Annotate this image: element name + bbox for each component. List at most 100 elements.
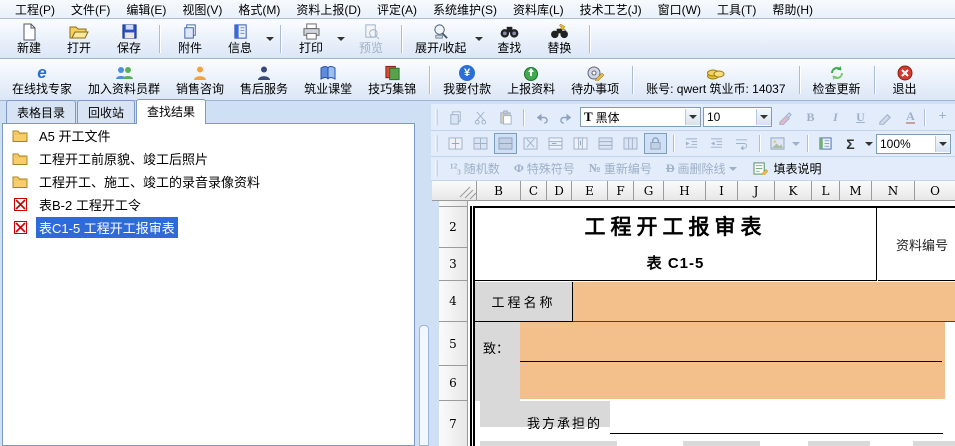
delete-row-button (594, 133, 617, 154)
combo-dropdown[interactable] (935, 136, 950, 152)
after-sales-button[interactable]: 售后服务 (232, 61, 296, 99)
notebook-button[interactable] (814, 133, 837, 154)
sales-consult-button[interactable]: 销售咨询 (168, 61, 232, 99)
tree-item-selected[interactable]: 表C1-5 工程开工报审表 (3, 216, 414, 239)
indent-decrease-button (705, 133, 728, 154)
fill-underline (520, 361, 942, 362)
tree-item[interactable]: 工程开工前原貌、竣工后照片 (3, 147, 414, 170)
expand-collapse-button[interactable]: 展开/收起 (407, 20, 474, 58)
save-button[interactable]: 保存 (104, 20, 154, 58)
column-header[interactable]: E (572, 181, 608, 201)
expand-dropdown[interactable] (474, 22, 484, 56)
redo-button[interactable] (555, 107, 578, 128)
menu-help[interactable]: 帮助(H) (765, 0, 820, 19)
tips-button[interactable]: 技巧集锦 (360, 61, 424, 99)
column-header[interactable]: K (775, 181, 812, 201)
person-orange-icon (190, 64, 210, 82)
column-header[interactable]: C (521, 181, 547, 201)
project-name-input-cell[interactable] (573, 282, 955, 322)
menu-report[interactable]: 资料上报(D) (289, 0, 368, 19)
replace-button[interactable]: 替换 (534, 20, 584, 58)
select-all-corner[interactable] (432, 181, 477, 201)
menu-project[interactable]: 工程(P) (8, 0, 62, 19)
toolbar-grip[interactable] (435, 160, 438, 177)
doc-number-cell[interactable]: 资料编号 (878, 208, 955, 281)
column-header[interactable]: L (812, 181, 840, 201)
chevron-down-icon (689, 115, 697, 119)
menu-library[interactable]: 资料库(L) (506, 0, 571, 19)
sum-dropdown[interactable] (864, 134, 874, 153)
project-name-label-cell[interactable]: 工程名称 (475, 282, 573, 322)
row-header[interactable]: 6 (439, 366, 468, 401)
join-group-button[interactable]: 加入资料员群 (80, 61, 168, 99)
column-header[interactable]: F (608, 181, 634, 201)
panel-splitter[interactable] (415, 101, 431, 446)
font-size-combo[interactable]: 10 (703, 107, 772, 127)
column-header[interactable]: M (840, 181, 872, 201)
print-button[interactable]: 打印 (286, 20, 336, 58)
tree-item[interactable]: 工程开工、施工、竣工的录音录像资料 (3, 170, 414, 193)
column-header[interactable]: O (915, 181, 955, 201)
column-header[interactable]: D (547, 181, 572, 201)
new-button[interactable]: 新建 (4, 20, 54, 58)
classroom-button[interactable]: 筑业课堂 (296, 61, 360, 99)
combo-dropdown[interactable] (756, 109, 771, 125)
sum-button[interactable]: Σ (839, 133, 862, 154)
info-dropdown[interactable] (265, 22, 275, 56)
column-header[interactable]: I (706, 181, 738, 201)
column-header[interactable]: J (738, 181, 775, 201)
tab-search-results[interactable]: 查找结果 (136, 99, 206, 124)
print-dropdown[interactable] (336, 22, 346, 56)
tab-form-catalog[interactable]: 表格目录 (6, 100, 76, 123)
column-header[interactable]: H (664, 181, 706, 201)
find-button[interactable]: 查找 (484, 20, 534, 58)
unmerge-button (519, 133, 542, 154)
font-size-value: 10 (707, 110, 754, 124)
row-header[interactable]: 7 (439, 401, 468, 446)
menu-tools[interactable]: 工具(T) (710, 0, 763, 19)
to-label-cell[interactable]: 致： (475, 322, 520, 401)
combo-dropdown[interactable] (685, 109, 700, 125)
zoom-combo[interactable]: 100% (876, 134, 951, 154)
tab-recycle-bin[interactable]: 回收站 (77, 100, 135, 123)
row-header[interactable]: 3 (439, 248, 468, 281)
upload-data-button[interactable]: 上报资料 (499, 61, 563, 99)
tree-item[interactable]: 表B-2 工程开工令 (3, 193, 414, 216)
toolbar-grip[interactable] (435, 135, 438, 152)
check-update-button[interactable]: 检查更新 (805, 61, 869, 99)
toolbar-grip[interactable] (435, 109, 438, 126)
menu-file[interactable]: 文件(F) (64, 0, 117, 19)
exit-button[interactable]: 退出 (880, 61, 930, 99)
underline-button: U (849, 107, 872, 128)
online-expert-button[interactable]: e 在线找专家 (4, 61, 80, 99)
column-header[interactable]: B (477, 181, 521, 201)
splitter-handle[interactable] (419, 325, 429, 446)
to-input-cell[interactable] (520, 322, 945, 399)
row-header[interactable]: 4 (439, 281, 468, 322)
upload-globe-icon (521, 64, 541, 82)
open-button[interactable]: 打开 (54, 20, 104, 58)
increase-button: + (931, 107, 954, 128)
tree-item[interactable]: A5 开工文件 (3, 124, 414, 147)
column-header[interactable]: G (634, 181, 664, 201)
title-cell[interactable]: 工程开工报审表 表 C1-5 (475, 208, 877, 281)
pay-button[interactable]: ¥ 我要付款 (435, 61, 499, 99)
menu-view[interactable]: 视图(V) (175, 0, 229, 19)
menu-window[interactable]: 窗口(W) (651, 0, 708, 19)
font-name-combo[interactable]: T 黑体 (580, 107, 701, 127)
undo-button[interactable] (530, 107, 553, 128)
merge-cells-button (444, 133, 467, 154)
info-button[interactable]: 信息 (215, 20, 265, 58)
menu-edit[interactable]: 编辑(E) (119, 0, 173, 19)
column-header[interactable]: N (872, 181, 915, 201)
menu-assess[interactable]: 评定(A) (370, 0, 424, 19)
menu-maintain[interactable]: 系统维护(S) (426, 0, 504, 19)
menu-format[interactable]: 格式(M) (231, 0, 287, 19)
menu-craft[interactable]: 技术工艺(J) (573, 0, 649, 19)
row-header[interactable]: 2 (439, 207, 468, 248)
fill-note-button[interactable]: 填表说明 (745, 160, 828, 178)
todo-button[interactable]: 待办事项 (563, 61, 627, 99)
attachment-button[interactable]: 附件 (165, 20, 215, 58)
row-header[interactable]: 5 (439, 322, 468, 366)
undertake-label: 我方承担的 (527, 413, 602, 432)
